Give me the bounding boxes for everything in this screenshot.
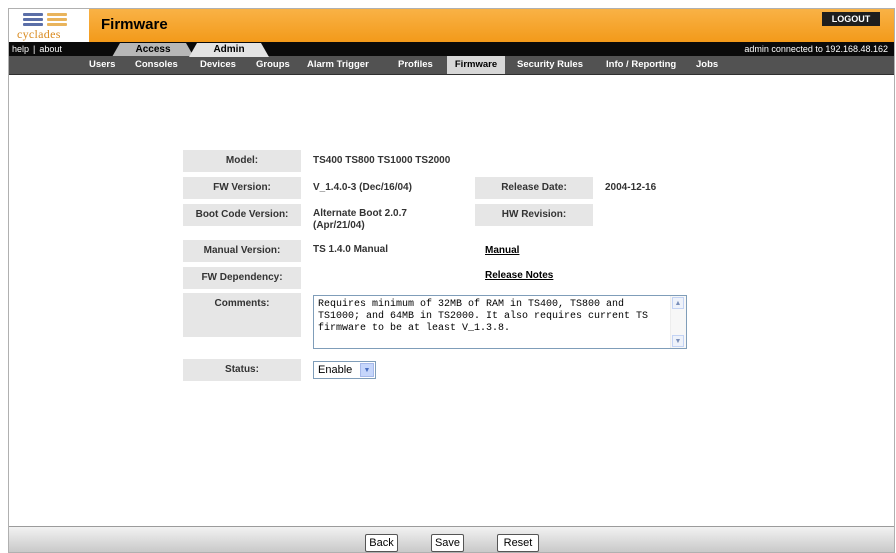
brand-logo: cyclades <box>9 9 89 42</box>
boot-code-version-value: Alternate Boot 2.0.7 (Apr/21/04) <box>313 208 407 232</box>
manual-version-value: TS 1.4.0 Manual <box>313 244 389 255</box>
admin-menu-bar: Users Consoles Devices Groups Alarm Trig… <box>9 56 894 75</box>
page-title: Firmware <box>101 16 168 33</box>
manual-version-label: Manual Version: <box>183 240 301 262</box>
header-bar: cyclades Firmware LOGOUT <box>9 9 894 42</box>
status-selected-value: Enable <box>318 364 353 376</box>
footer-bar: Back Save Reset <box>9 526 894 552</box>
scroll-up-icon[interactable]: ▲ <box>672 297 684 309</box>
reset-button[interactable]: Reset <box>497 534 539 552</box>
menu-users[interactable]: Users <box>89 56 115 74</box>
comments-label: Comments: <box>183 293 301 337</box>
menu-devices[interactable]: Devices <box>200 56 236 74</box>
help-link[interactable]: help <box>12 44 29 54</box>
logo-text: cyclades <box>17 27 61 41</box>
comments-textarea[interactable]: Requires minimum of 32MB of RAM in TS400… <box>313 295 687 349</box>
fw-dependency-label: FW Dependency: <box>183 267 301 289</box>
utility-separator: | <box>33 44 36 54</box>
comments-scrollbar[interactable]: ▲ ▼ <box>670 296 686 348</box>
fw-version-label: FW Version: <box>183 177 301 199</box>
save-button[interactable]: Save <box>431 534 464 552</box>
menu-security-rules[interactable]: Security Rules <box>517 56 583 74</box>
app-window: cyclades Firmware LOGOUT help | about Acce… <box>8 8 895 553</box>
model-value: TS400 TS800 TS1000 TS2000 <box>313 155 451 166</box>
about-link[interactable]: about <box>39 44 62 54</box>
utility-links: help | about <box>12 42 62 56</box>
cyclades-logo-icon <box>23 13 69 27</box>
scroll-down-icon[interactable]: ▼ <box>672 335 684 347</box>
release-notes-link[interactable]: Release Notes <box>485 270 553 281</box>
hw-revision-label: HW Revision: <box>475 204 593 226</box>
release-date-label: Release Date: <box>475 177 593 199</box>
tab-access[interactable]: Access <box>112 43 194 57</box>
menu-alarm-trigger[interactable]: Alarm Trigger <box>307 56 369 74</box>
comments-label-text: Comments: <box>214 298 270 309</box>
connection-status: admin connected to 192.168.48.162 <box>744 44 888 54</box>
tab-admin[interactable]: Admin <box>189 43 269 57</box>
menu-info-reporting[interactable]: Info / Reporting <box>606 56 676 74</box>
boot-code-version-line1: Alternate Boot 2.0.7 <box>313 208 407 219</box>
dropdown-arrow-icon[interactable]: ▼ <box>360 363 374 377</box>
boot-code-version-line2: (Apr/21/04) <box>313 220 365 231</box>
menu-jobs[interactable]: Jobs <box>696 56 718 74</box>
menu-profiles[interactable]: Profiles <box>398 56 433 74</box>
status-select[interactable]: Enable ▼ <box>313 361 376 379</box>
release-date-value: 2004-12-16 <box>605 182 657 193</box>
menu-groups[interactable]: Groups <box>256 56 290 74</box>
logout-button[interactable]: LOGOUT <box>822 12 880 26</box>
status-label: Status: <box>183 359 301 381</box>
fw-version-value: V_1.4.0-3 (Dec/16/04) <box>313 182 412 193</box>
manual-link[interactable]: Manual <box>485 245 519 256</box>
boot-code-version-label: Boot Code Version: <box>183 204 301 226</box>
nav-bar: help | about Access Admin admin connected … <box>9 42 894 57</box>
model-label: Model: <box>183 150 301 172</box>
menu-consoles[interactable]: Consoles <box>135 56 178 74</box>
comments-text: Requires minimum of 32MB of RAM in TS400… <box>318 299 649 334</box>
back-button[interactable]: Back <box>365 534 398 552</box>
menu-firmware[interactable]: Firmware <box>447 56 505 74</box>
